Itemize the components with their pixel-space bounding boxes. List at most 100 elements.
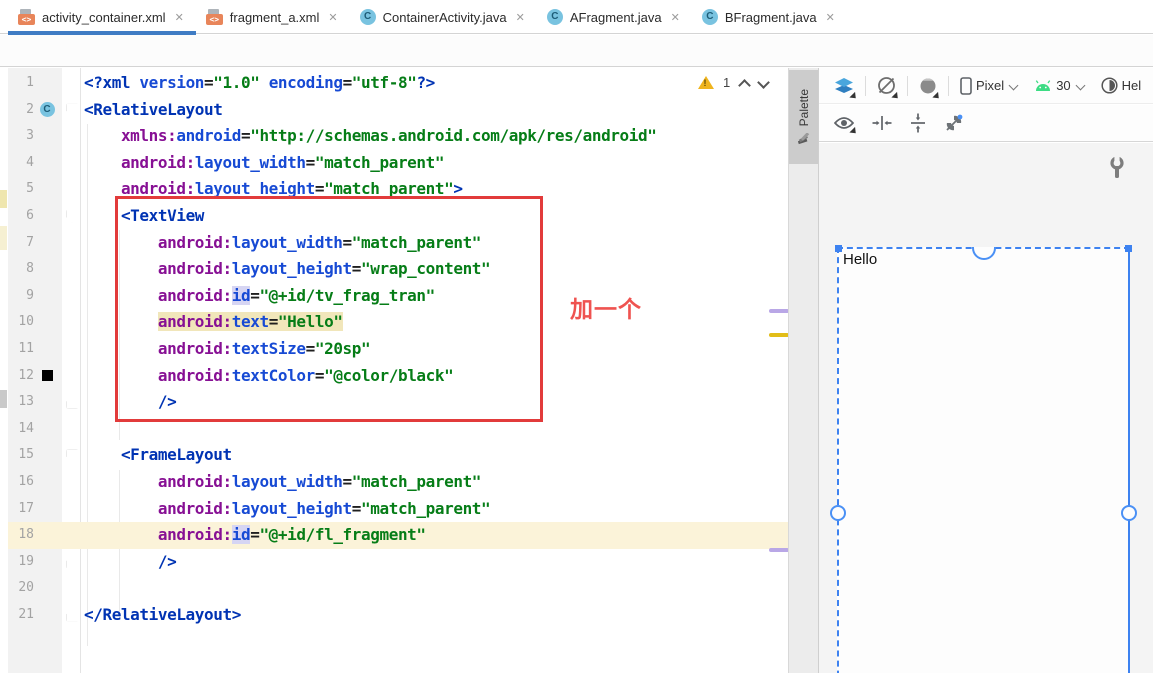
view-options-button[interactable] <box>831 113 859 137</box>
code-line[interactable]: 19 /> <box>0 549 788 576</box>
anchor-handle-top[interactable] <box>971 247 996 260</box>
anchor-handle-right[interactable] <box>1121 505 1137 521</box>
align-horizontal-icon <box>872 116 892 130</box>
code-line[interactable]: 18 android:id="@+id/fl_fragment" <box>0 522 788 549</box>
palette-tool-strip: Palette <box>788 68 818 673</box>
fold-close-icon[interactable] <box>66 555 78 568</box>
close-icon[interactable]: ✕ <box>328 11 337 24</box>
tab-AFragment.java[interactable]: C AFragment.java ✕ <box>537 0 692 34</box>
tab-fragment_a.xml[interactable]: <> fragment_a.xml ✕ <box>196 0 350 34</box>
toolbar-separator <box>948 75 949 96</box>
error-stripe-mark[interactable] <box>769 309 788 313</box>
tab-label: fragment_a.xml <box>229 9 320 25</box>
gutter-change-mark <box>0 390 7 408</box>
close-icon[interactable]: ✕ <box>175 11 184 24</box>
chevron-down-icon[interactable] <box>758 78 768 88</box>
code-text: <?xml version="1.0" encoding="utf-8"?> <box>84 73 435 92</box>
fold-close-icon[interactable] <box>66 609 78 622</box>
navigation-bar <box>0 35 1153 67</box>
main-area: 1 <?xml version="1.0" encoding="utf-8"?> 2… <box>0 68 1153 673</box>
close-icon[interactable]: ✕ <box>671 11 680 24</box>
preview-textview[interactable]: Hello <box>843 251 877 268</box>
gutter-change-mark <box>0 226 7 250</box>
java-class-icon: C <box>546 9 563 25</box>
palette-tab-label: Palette <box>796 89 811 127</box>
code-text: android:layout_width="match_parent" <box>120 152 445 172</box>
code-line[interactable]: 15 <FrameLayout <box>0 442 788 469</box>
fold-open-icon[interactable] <box>66 103 78 116</box>
warning-count: 1 <box>723 75 731 90</box>
code-line[interactable]: 16 android:layout_width="match_parent" <box>0 469 788 496</box>
xml-file-icon: <> <box>205 9 223 25</box>
orientation-button[interactable] <box>874 73 901 102</box>
magnet-off-icon <box>946 114 963 131</box>
warning-icon <box>698 76 714 89</box>
palette-tab[interactable]: Palette <box>789 70 818 164</box>
api-version-selector[interactable]: 30 <box>1031 75 1087 96</box>
tab-ContainerActivity.java[interactable]: C ContainerActivity.java ✕ <box>350 0 537 34</box>
code-text: android:layout_width="match_parent" <box>157 471 482 491</box>
code-text: <FrameLayout <box>120 445 232 465</box>
design-canvas[interactable]: Hello <box>819 143 1153 673</box>
gutter-change-mark <box>0 190 7 208</box>
view-options-eye-icon <box>834 117 854 129</box>
close-icon[interactable]: ✕ <box>826 11 835 24</box>
color-swatch-icon[interactable] <box>41 370 53 382</box>
editor-left-edge <box>0 68 8 673</box>
code-line[interactable]: 1 <?xml version="1.0" encoding="utf-8"?> <box>0 70 788 97</box>
code-editor[interactable]: 1 <?xml version="1.0" encoding="utf-8"?> 2… <box>0 68 788 673</box>
theme-selector[interactable]: Hel <box>1098 74 1145 97</box>
android-api-icon <box>1035 79 1051 91</box>
java-class-icon: C <box>701 9 718 25</box>
chevron-down-icon <box>1010 82 1018 90</box>
wrench-icon[interactable] <box>1109 157 1125 179</box>
class-gutter-icon[interactable]: C <box>39 102 55 118</box>
theme-icon <box>1101 77 1118 94</box>
chevron-up-icon[interactable] <box>739 78 749 88</box>
fold-open-icon[interactable] <box>66 210 78 223</box>
tab-label: activity_container.xml <box>42 9 166 25</box>
toolbar-separator <box>865 75 866 96</box>
code-line[interactable]: 4 android:layout_width="match_parent" <box>0 150 788 177</box>
theme-label: Hel <box>1121 78 1142 93</box>
code-text: xmlns:android="http://schemas.android.co… <box>120 126 657 146</box>
tab-activity_container.xml[interactable]: <> activity_container.xml ✕ <box>8 0 196 35</box>
fold-open-icon[interactable] <box>66 449 78 462</box>
inspections-widget[interactable]: 1 <box>698 75 768 90</box>
device-selector[interactable]: Pixel <box>957 74 1021 98</box>
chevron-down-icon <box>1077 82 1085 90</box>
night-mode-icon <box>920 78 936 93</box>
api-level-label: 30 <box>1056 78 1071 93</box>
editor-tab-bar: <> activity_container.xml ✕ <> fragment_a.xm… <box>0 0 1153 35</box>
tab-BFragment.java[interactable]: C BFragment.java ✕ <box>692 0 847 34</box>
preview-toolbar-top: Pixel 30 Hel <box>819 68 1153 104</box>
close-icon[interactable]: ✕ <box>516 11 525 24</box>
code-text: <RelativeLayout <box>84 99 223 119</box>
fold-close-icon[interactable] <box>66 396 78 409</box>
design-surface-button[interactable] <box>831 74 859 101</box>
java-class-icon: C <box>359 9 376 25</box>
distribute-vertical-button[interactable] <box>907 110 929 136</box>
align-horizontal-button[interactable] <box>869 112 895 134</box>
code-line[interactable]: 17 android:layout_height="match_parent" <box>0 496 788 523</box>
night-mode-button[interactable] <box>916 74 942 101</box>
device-label: Pixel <box>976 78 1005 93</box>
code-text: /> <box>157 551 177 571</box>
resize-handle-icon[interactable] <box>835 245 842 252</box>
orientation-icon <box>878 77 895 94</box>
code-line[interactable]: 3 xmlns:android="http://schemas.android.… <box>0 123 788 150</box>
resize-handle-icon[interactable] <box>1125 245 1132 252</box>
code-text: </RelativeLayout> <box>84 604 241 624</box>
device-frame[interactable]: Hello <box>830 245 1137 673</box>
code-line[interactable]: 20 <box>0 575 788 602</box>
tab-label: ContainerActivity.java <box>382 9 507 25</box>
anchor-handle-left[interactable] <box>830 505 846 521</box>
code-line[interactable]: 2 C <RelativeLayout <box>0 97 788 124</box>
autoconnect-toggle[interactable] <box>941 110 967 136</box>
error-stripe-mark[interactable] <box>769 333 788 337</box>
palette-icon <box>797 132 809 144</box>
layout-preview-pane: Pixel 30 Hel Hello <box>818 68 1153 673</box>
error-stripe-mark[interactable] <box>769 548 788 552</box>
code-line[interactable]: 21 </RelativeLayout> <box>0 602 788 629</box>
design-surface-icon <box>835 77 853 93</box>
